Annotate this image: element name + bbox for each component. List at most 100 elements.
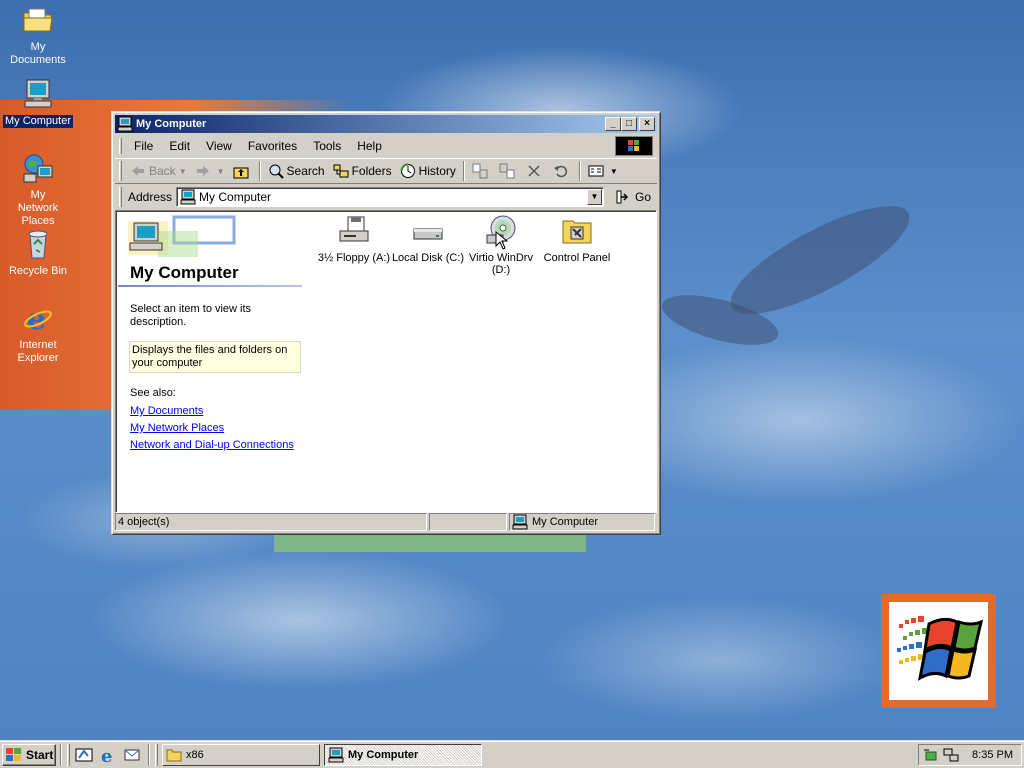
close-button[interactable]: × xyxy=(639,117,655,131)
history-button[interactable]: History xyxy=(396,160,460,182)
forward-dropdown-icon[interactable]: ▼ xyxy=(217,167,225,176)
up-button[interactable] xyxy=(229,160,256,182)
toolbar-separator xyxy=(578,161,581,181)
desktop-icon-my-computer[interactable]: My Computer xyxy=(0,78,76,128)
windows-flag-icon xyxy=(628,140,639,151)
computer-icon xyxy=(328,747,344,762)
folders-button[interactable]: Folders xyxy=(329,160,396,182)
views-button[interactable]: ▼ xyxy=(584,160,622,182)
address-dropdown-icon[interactable]: ▼ xyxy=(586,188,602,205)
menu-edit[interactable]: Edit xyxy=(161,137,198,155)
address-value: My Computer xyxy=(199,189,272,204)
desktop-icon-internet-explorer[interactable]: e Internet Explorer xyxy=(0,302,76,365)
safely-remove-hardware-icon[interactable] xyxy=(923,747,939,763)
see-also-label: See also: xyxy=(130,387,176,399)
outlook-express-icon[interactable] xyxy=(123,746,141,764)
up-folder-icon xyxy=(233,167,249,179)
search-button[interactable]: Search xyxy=(264,160,329,182)
webview-title: My Computer xyxy=(130,263,239,282)
item-floppy-drive[interactable]: 3½ Floppy (A:) xyxy=(312,215,396,264)
windows-flag-icon xyxy=(897,616,984,681)
floppy-drive-icon xyxy=(339,216,369,242)
folder-content-pane[interactable]: My Computer Select an item to view its d… xyxy=(115,210,657,513)
svg-text:e: e xyxy=(101,746,112,764)
desktop-icon-label: My Documents xyxy=(10,41,66,66)
link-my-network-places[interactable]: My Network Places xyxy=(130,420,302,437)
taskbar: Start e x86 My Computer 8:35 PM xyxy=(0,740,1024,768)
status-zone: My Computer xyxy=(509,513,655,531)
views-dropdown-icon[interactable]: ▼ xyxy=(610,167,618,176)
history-label: History xyxy=(418,164,456,178)
internet-explorer-icon[interactable]: e xyxy=(99,746,117,764)
desktop-icon-label: My Computer xyxy=(2,115,74,128)
copy-to-button[interactable] xyxy=(495,160,522,182)
desktop-icon-my-network-places[interactable]: My Network Places xyxy=(0,152,76,228)
item-label: 3½ Floppy (A:) xyxy=(317,252,391,264)
back-dropdown-icon[interactable]: ▼ xyxy=(179,167,187,176)
address-grip[interactable] xyxy=(119,186,122,207)
menu-help[interactable]: Help xyxy=(349,137,390,155)
task-button-my-computer[interactable]: My Computer xyxy=(324,743,482,766)
forward-arrow-icon xyxy=(196,166,209,176)
webview-info-tip: Displays the files and folders on your c… xyxy=(129,341,301,373)
search-label: Search xyxy=(286,164,325,178)
network-places-icon xyxy=(23,154,53,183)
start-button[interactable]: Start xyxy=(2,743,56,766)
window-title: My Computer xyxy=(136,118,207,130)
menu-view[interactable]: View xyxy=(198,137,240,155)
show-desktop-icon[interactable] xyxy=(75,746,93,764)
clock[interactable]: 8:35 PM xyxy=(972,749,1013,761)
menu-favorites[interactable]: Favorites xyxy=(240,137,305,155)
item-local-disk[interactable]: Local Disk (C:) xyxy=(388,215,468,264)
window-titlebar[interactable]: My Computer _ □ × xyxy=(115,115,657,133)
windows-flag-icon xyxy=(6,747,21,761)
webview-description: Select an item to view its description. xyxy=(130,303,252,328)
forward-button[interactable]: ▼ xyxy=(191,160,229,182)
menu-tools[interactable]: Tools xyxy=(305,137,349,155)
hard-disk-icon xyxy=(413,228,443,240)
maximize-button[interactable]: □ xyxy=(621,117,637,131)
quick-launch-grip[interactable] xyxy=(67,743,70,766)
task-area-grip[interactable] xyxy=(155,743,158,766)
move-to-icon xyxy=(472,163,488,179)
search-icon xyxy=(269,164,284,179)
menu-file[interactable]: File xyxy=(126,137,161,155)
link-my-documents[interactable]: My Documents xyxy=(130,403,302,420)
desktop-icon-label: Recycle Bin xyxy=(8,265,68,277)
status-zone-label: My Computer xyxy=(532,516,599,528)
address-bar: Address My Computer ▼ Go xyxy=(115,185,657,208)
undo-button[interactable] xyxy=(549,160,576,182)
webview-body: Select an item to view its description. … xyxy=(129,303,302,454)
toolbar-grip[interactable] xyxy=(119,161,122,181)
minimize-button[interactable]: _ xyxy=(605,117,621,131)
item-control-panel[interactable]: Control Panel xyxy=(542,215,612,264)
standard-toolbar: Back ▼ ▼ Search Folders History ▼ xyxy=(115,158,657,184)
menu-grip[interactable] xyxy=(119,138,122,154)
move-to-button[interactable] xyxy=(468,160,495,182)
go-button[interactable]: Go xyxy=(610,187,657,207)
history-icon xyxy=(400,163,415,178)
go-arrow-icon xyxy=(616,190,629,203)
delete-x-icon xyxy=(528,165,540,177)
network-connection-icon[interactable] xyxy=(943,747,959,763)
views-grid-icon xyxy=(588,165,604,177)
task-button-x86[interactable]: x86 xyxy=(162,743,320,766)
task-label: x86 xyxy=(186,748,204,761)
link-network-dialup[interactable]: Network and Dial-up Connections xyxy=(130,437,302,454)
desktop-icon-label: Internet Explorer xyxy=(17,339,59,364)
back-button[interactable]: Back ▼ xyxy=(126,160,191,182)
webview-header: My Computer xyxy=(118,213,302,287)
desktop-icon-my-documents[interactable]: My Documents xyxy=(0,4,76,67)
wallpaper-green-panel xyxy=(274,534,586,552)
start-label: Start xyxy=(26,747,54,762)
address-input[interactable]: My Computer ▼ xyxy=(176,186,604,207)
desktop-icon-recycle-bin[interactable]: Recycle Bin xyxy=(0,228,76,278)
back-label: Back xyxy=(149,164,176,178)
computer-icon xyxy=(180,189,196,204)
task-label: My Computer xyxy=(348,748,419,761)
my-computer-window[interactable]: My Computer _ □ × File Edit View Favorit… xyxy=(111,111,661,535)
delete-button[interactable] xyxy=(522,160,549,182)
status-object-count: 4 object(s) xyxy=(115,513,427,531)
status-empty-pane xyxy=(429,513,507,531)
status-bar: 4 object(s) My Computer xyxy=(115,513,657,531)
